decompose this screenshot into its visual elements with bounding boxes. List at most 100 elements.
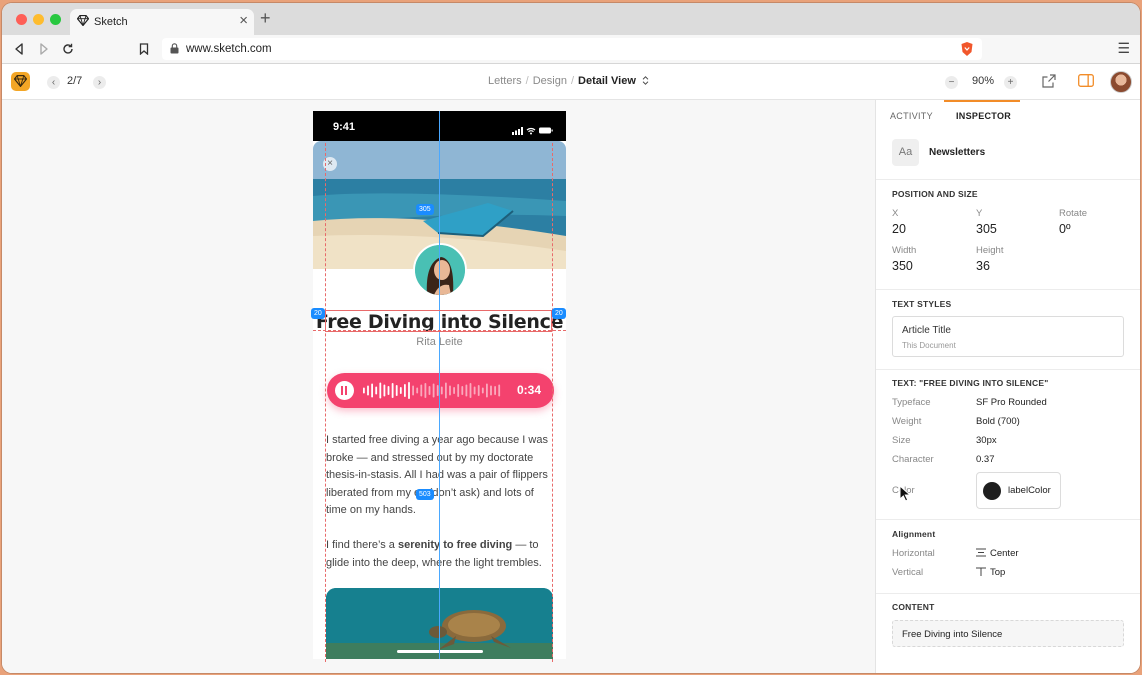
typeface-label: Typeface [892, 397, 931, 408]
breadcrumb-item-letters[interactable]: Letters [488, 75, 522, 87]
y-value[interactable]: 305 [976, 222, 997, 236]
vertical-align-value[interactable]: Top [976, 567, 1005, 578]
minimize-window-button[interactable] [33, 14, 44, 25]
height-value[interactable]: 36 [976, 259, 990, 273]
zoom-out-button[interactable]: − [945, 76, 958, 89]
waveform-bar [371, 383, 373, 398]
waveform-bar [399, 387, 402, 394]
width-label: Width [892, 245, 917, 256]
horizontal-align-value[interactable]: Center [976, 548, 1019, 559]
breadcrumb-current-view[interactable]: Detail View [578, 75, 636, 87]
vertical-label: Vertical [892, 567, 924, 578]
text-style-selector[interactable]: Article Title This Document [892, 316, 1124, 357]
emphasis-text: serenity to free diving [397, 539, 513, 551]
next-page-button[interactable]: › [93, 76, 106, 89]
character-value[interactable]: 0.37 [976, 454, 995, 465]
share-icon[interactable] [1042, 74, 1056, 93]
waveform-bar [416, 387, 419, 394]
waveform-bar [428, 386, 431, 395]
align-top-icon [976, 567, 986, 576]
active-tab-indicator [944, 100, 1020, 102]
waveform-bar [432, 383, 435, 398]
waveform-bar [387, 386, 390, 395]
waveform-bar [367, 385, 369, 396]
page-counter: 2/7 [67, 75, 83, 87]
browser-tab[interactable]: Sketch × [70, 9, 254, 35]
reload-icon[interactable] [62, 39, 74, 60]
x-label: X [892, 208, 899, 219]
tab-activity[interactable]: ACTIVITY [890, 111, 933, 121]
measure-badge-right: 20 [552, 308, 566, 319]
audio-player[interactable]: 0:34 [327, 373, 554, 408]
text-properties-heading: TEXT: "FREE DIVING INTO SILENCE" [892, 378, 1049, 388]
position-size-heading: POSITION AND SIZE [892, 189, 978, 199]
maximize-window-button[interactable] [50, 14, 61, 25]
waveform-bar [473, 386, 476, 395]
typeface-value[interactable]: SF Pro Rounded [976, 397, 1047, 408]
forward-icon[interactable] [39, 39, 49, 60]
url-text: www.sketch.com [186, 43, 272, 55]
audio-duration: 0:34 [516, 383, 541, 397]
color-swatch [983, 482, 1001, 500]
author-avatar [413, 243, 467, 297]
lock-icon [170, 43, 179, 54]
article-paragraph-1: I started free diving a year ago because… [326, 434, 548, 517]
content-field[interactable]: Free Diving into Silence [892, 620, 1124, 647]
layer-name: Newsletters [929, 147, 986, 158]
style-source: This Document [902, 341, 956, 350]
user-avatar[interactable] [1110, 71, 1132, 93]
waveform-bar [424, 383, 427, 398]
browser-menu-icon[interactable]: ☰ [1117, 40, 1130, 57]
color-picker[interactable]: labelColor [976, 472, 1061, 509]
previous-page-button[interactable]: ‹ [47, 76, 60, 89]
waveform-bar [457, 384, 460, 397]
right-margin-guide [552, 143, 553, 662]
waveform-bar [477, 385, 480, 396]
width-value[interactable]: 350 [892, 259, 913, 273]
text-styles-heading: TEXT STYLES [892, 299, 952, 309]
zoom-in-button[interactable]: + [1004, 76, 1017, 89]
waveform-bar [461, 386, 464, 395]
rotate-value[interactable]: 0º [1059, 222, 1071, 236]
waveform-bar [375, 386, 378, 395]
waveform-bar [363, 387, 365, 394]
sketch-favicon-icon [76, 14, 90, 29]
x-value[interactable]: 20 [892, 222, 906, 236]
zoom-level: 90% [972, 75, 995, 87]
close-tab-icon[interactable]: × [239, 12, 248, 29]
cursor-icon [899, 484, 912, 507]
size-value[interactable]: 30px [976, 435, 997, 446]
measure-badge-top: 305 [416, 204, 434, 215]
chevron-updown-icon[interactable] [639, 75, 649, 87]
breadcrumb-item-design[interactable]: Design [533, 75, 567, 87]
url-field[interactable]: www.sketch.com [162, 38, 982, 60]
sidebar-icon[interactable] [1078, 74, 1094, 92]
text-layer-icon: Aa [892, 139, 919, 166]
waveform-bar [453, 387, 455, 394]
sketch-logo-icon[interactable] [11, 72, 30, 91]
waveform-icon [363, 382, 501, 399]
measure-badge-bottom: 503 [416, 489, 434, 500]
waveform-bar [490, 385, 492, 396]
close-window-button[interactable] [16, 14, 27, 25]
waveform-bar [408, 382, 410, 399]
waveform-bar [383, 384, 386, 397]
content-value: Free Diving into Silence [902, 629, 1003, 640]
new-tab-button[interactable]: + [260, 8, 271, 29]
back-icon[interactable] [14, 39, 24, 60]
waveform-bar [449, 385, 451, 396]
style-name: Article Title [902, 325, 951, 336]
pause-icon[interactable] [335, 381, 354, 400]
tab-inspector[interactable]: INSPECTOR [956, 111, 1011, 121]
horizontal-label: Horizontal [892, 548, 935, 559]
waveform-bar [465, 384, 468, 397]
browser-tab-bar: Sketch × + [2, 3, 1140, 35]
rotate-label: Rotate [1059, 208, 1087, 219]
waveform-bar [481, 387, 484, 394]
weight-label: Weight [892, 416, 922, 427]
weight-value[interactable]: Bold (700) [976, 416, 1020, 427]
bookmark-icon[interactable] [139, 39, 149, 60]
selection-box[interactable] [325, 310, 552, 332]
brave-shield-icon[interactable] [960, 41, 974, 60]
waveform-bar [440, 386, 443, 395]
